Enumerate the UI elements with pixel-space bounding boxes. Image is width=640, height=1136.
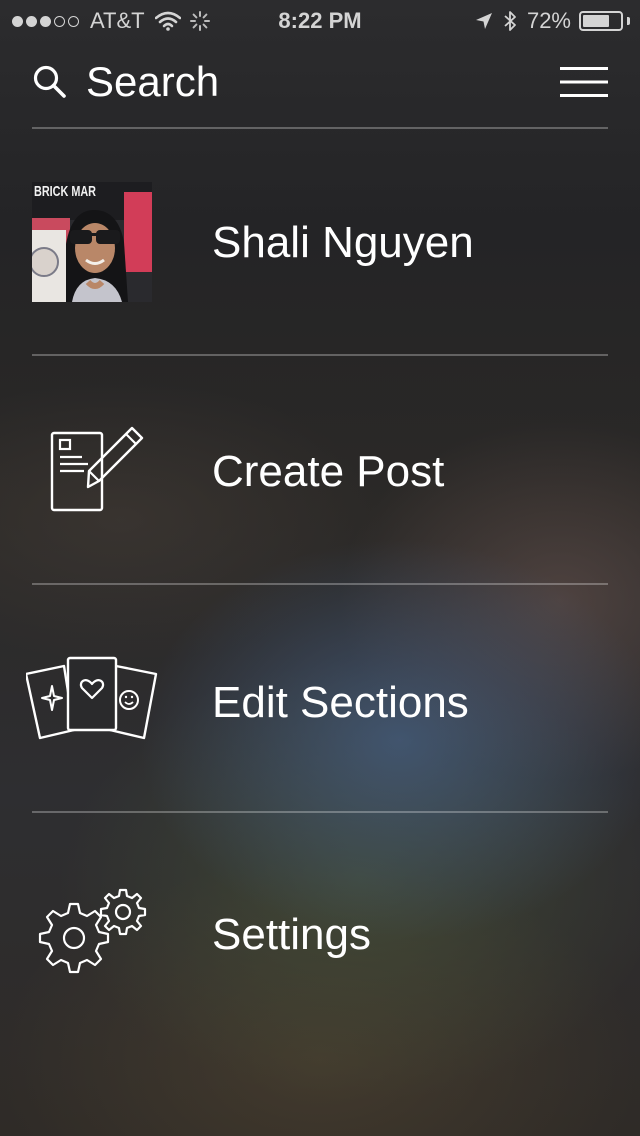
search-label[interactable]: Search <box>86 58 560 106</box>
divider <box>32 354 608 356</box>
menu-item-label: Edit Sections <box>212 678 469 727</box>
hamburger-menu-icon[interactable] <box>560 65 608 99</box>
search-bar[interactable]: Search <box>32 52 608 112</box>
divider <box>32 583 608 585</box>
menu-item-profile[interactable]: BRICK MAR Shali Nguyen <box>0 130 640 356</box>
battery-percent: 72% <box>526 8 571 33</box>
menu-item-settings[interactable]: Settings <box>0 814 640 1040</box>
menu-item-edit-sections[interactable]: Edit Sections <box>0 586 640 812</box>
menu-item-label: Settings <box>212 910 371 959</box>
divider <box>32 127 608 129</box>
menu-item-label: Shali Nguyen <box>212 218 474 267</box>
cards-icon <box>26 656 158 740</box>
search-icon[interactable] <box>32 64 68 100</box>
gears-icon <box>38 888 147 974</box>
bluetooth-icon <box>504 11 516 31</box>
divider <box>32 811 608 813</box>
status-bar: AT&T 8:22 PM 72% <box>0 0 640 40</box>
battery-icon <box>579 11 623 31</box>
avatar[interactable]: BRICK MAR <box>32 182 152 302</box>
location-arrow-icon <box>475 13 492 29</box>
menu-item-create-post[interactable]: Create Post <box>0 357 640 583</box>
avatar-sign-text: BRICK MAR <box>34 183 96 200</box>
battery-level <box>583 15 609 27</box>
avatar-photo: BRICK MAR <box>32 182 152 302</box>
battery-tip <box>627 17 630 25</box>
compose-icon <box>50 426 144 512</box>
status-right: 72% <box>475 8 630 34</box>
menu-item-label: Create Post <box>212 447 445 496</box>
